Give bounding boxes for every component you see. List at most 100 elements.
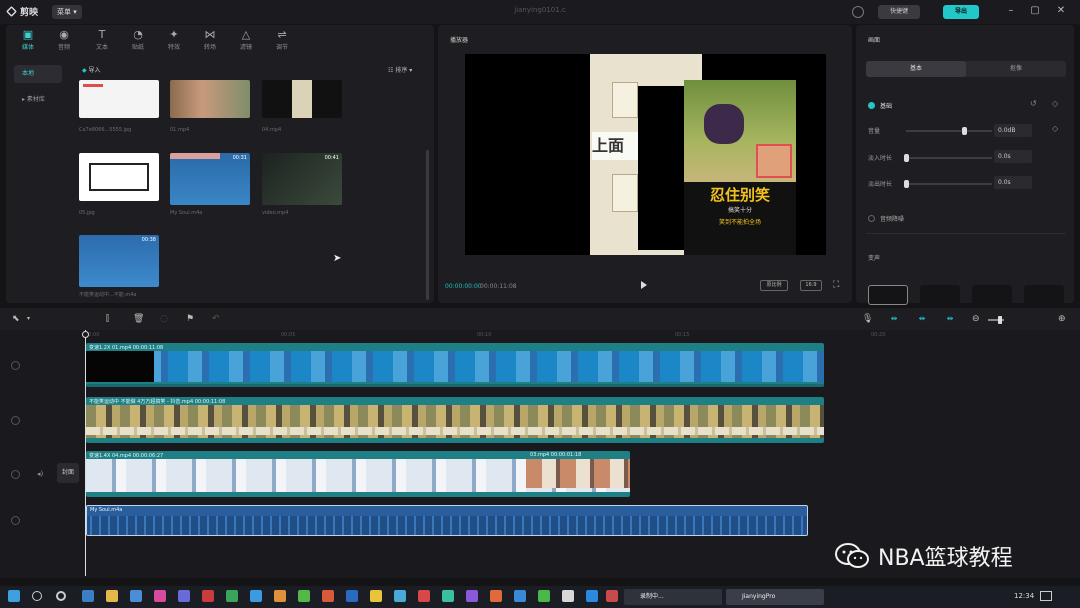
toggle-off-icon[interactable] <box>868 215 875 222</box>
app-icon[interactable] <box>466 590 478 602</box>
store-icon[interactable] <box>130 590 142 602</box>
app-icon[interactable] <box>606 590 618 602</box>
keyframe-icon[interactable]: ◇ <box>1052 99 1058 108</box>
playhead[interactable] <box>85 330 86 576</box>
app-icon[interactable] <box>298 590 310 602</box>
marker-icon[interactable]: ⚑ <box>186 314 194 324</box>
tab-transition[interactable]: ⋈ 转场 <box>192 27 228 55</box>
maximize-icon[interactable]: ▢ <box>1028 4 1042 18</box>
track-eye-icon[interactable] <box>11 361 20 370</box>
app-icon[interactable] <box>442 590 454 602</box>
folder-icon[interactable] <box>106 590 118 602</box>
app-icon[interactable] <box>250 590 262 602</box>
close-icon[interactable]: ✕ <box>1054 4 1068 18</box>
track-eye-icon[interactable] <box>11 516 20 525</box>
media-scrollbar[interactable] <box>426 150 429 300</box>
shortcut-button[interactable]: 快捷键 <box>878 5 920 19</box>
zoom-knob[interactable] <box>998 316 1002 324</box>
video-clip-track3[interactable]: 变速1.4X 04.mp4 00:00:06:27 03.mp4 00:00:0… <box>86 451 630 497</box>
export-button[interactable]: 导出 <box>943 5 979 19</box>
select-cursor-icon[interactable]: ⬉ <box>12 314 20 324</box>
aspect-button[interactable]: 16:9 <box>800 280 822 291</box>
undo-icon[interactable]: ↶ <box>212 314 220 324</box>
media-thumb-audio[interactable]: 00:38 <box>79 235 159 287</box>
app-icon[interactable] <box>346 590 358 602</box>
menu-button[interactable]: 菜单 ▾ <box>52 5 82 19</box>
app-icon[interactable] <box>202 590 214 602</box>
volume-value[interactable]: 0.0dB <box>994 124 1032 137</box>
help-icon[interactable] <box>852 6 864 18</box>
tab-basic[interactable]: 基本 <box>866 61 966 77</box>
fade-out-slider[interactable] <box>904 180 992 188</box>
slider-knob[interactable] <box>962 127 967 135</box>
microphone-icon[interactable]: 🎙 <box>862 314 873 324</box>
slider-knob[interactable] <box>904 154 909 162</box>
tab-audio[interactable]: ◉ 音频 <box>46 27 82 55</box>
enabled-dot-icon[interactable] <box>868 102 875 109</box>
notification-icon[interactable] <box>1040 591 1052 601</box>
app-icon[interactable] <box>586 590 598 602</box>
slider-knob[interactable] <box>904 180 909 188</box>
voice-preset[interactable] <box>1024 285 1064 305</box>
ratio-button[interactable]: 原比例 <box>760 280 788 291</box>
fade-in-slider[interactable] <box>904 154 992 162</box>
app-icon[interactable] <box>490 590 502 602</box>
volume-slider[interactable] <box>906 127 992 135</box>
edge-icon[interactable] <box>82 590 94 602</box>
voice-preset[interactable] <box>972 285 1012 305</box>
app-icon[interactable] <box>514 590 526 602</box>
snap-icon[interactable]: ⇹ <box>914 314 930 324</box>
media-thumb-video[interactable]: 00:41 <box>262 153 342 205</box>
fullscreen-icon[interactable]: ⛶ <box>833 280 839 290</box>
video-clip-track1[interactable]: 变速1.2X 01.mp4 00:00:11:08 <box>86 343 824 387</box>
audio-clip[interactable]: My Soul.m4a <box>86 505 808 536</box>
minimize-icon[interactable]: – <box>1004 4 1018 18</box>
app-icon[interactable] <box>562 590 574 602</box>
reset-icon[interactable]: ↺ <box>1030 99 1037 108</box>
tab-effects[interactable]: ✦ 特效 <box>156 27 192 55</box>
split-icon[interactable]: ⫿ <box>106 314 109 324</box>
delete-icon[interactable]: 🗑 <box>133 314 144 324</box>
voice-preset-none[interactable] <box>868 285 908 305</box>
taskbar-app-recorder[interactable]: 录制中... <box>624 589 722 605</box>
media-thumb-image[interactable] <box>79 153 159 201</box>
tab-filter[interactable]: △ 滤镜 <box>228 27 264 55</box>
app-icon[interactable] <box>394 590 406 602</box>
chevron-down-icon[interactable]: ▾ <box>27 314 30 324</box>
app-icon[interactable] <box>274 590 286 602</box>
search-icon[interactable] <box>32 591 42 601</box>
keyframe-icon[interactable]: ◇ <box>1052 124 1058 133</box>
tab-matting[interactable]: 抠像 <box>966 61 1066 77</box>
windows-start-icon[interactable] <box>8 590 20 602</box>
app-icon[interactable] <box>154 590 166 602</box>
track-eye-icon[interactable] <box>11 470 20 479</box>
cover-button[interactable]: 封面 <box>57 463 79 483</box>
tab-text[interactable]: T 文本 <box>84 27 120 55</box>
play-icon[interactable] <box>641 281 647 289</box>
sort-button[interactable]: ☷ 排序 ▾ <box>388 65 412 74</box>
media-thumb-image[interactable] <box>79 80 159 118</box>
fit-timeline-icon[interactable]: ⊕ <box>1058 314 1066 324</box>
media-thumb-video[interactable] <box>170 80 250 118</box>
zoom-slider[interactable] <box>988 316 1004 324</box>
sidebar-item-local[interactable]: 本地 <box>14 65 62 83</box>
link-track-icon[interactable]: ⇹ <box>886 314 902 324</box>
mute-icon[interactable]: ◂) <box>37 470 43 478</box>
tab-media[interactable]: ▣ 媒体 <box>10 27 46 55</box>
fade-out-value[interactable]: 0.0s <box>994 176 1032 189</box>
tab-sticker[interactable]: ◔ 贴纸 <box>120 27 156 55</box>
app-icon[interactable] <box>226 590 238 602</box>
taskbar-app-jianying[interactable]: JianyingPro <box>726 589 824 605</box>
playhead-handle[interactable] <box>82 331 89 338</box>
app-icon[interactable] <box>178 590 190 602</box>
import-button[interactable]: ◆ 导入 <box>82 65 101 74</box>
tab-adjust[interactable]: ⇌ 调节 <box>264 27 300 55</box>
cortana-icon[interactable] <box>56 591 66 601</box>
voice-preset[interactable] <box>920 285 960 305</box>
video-clip-track2[interactable]: 不能笑运动中 不能做 4万万超搞笑 - 抖音.mp4 00:00:11:08 <box>86 397 824 443</box>
sidebar-item-library[interactable]: ▸ 素材库 <box>14 91 62 109</box>
app-icon[interactable] <box>370 590 382 602</box>
media-thumb-video[interactable] <box>262 80 342 118</box>
zoom-out-icon[interactable]: ⊖ <box>972 314 980 324</box>
track-eye-icon[interactable] <box>11 416 20 425</box>
